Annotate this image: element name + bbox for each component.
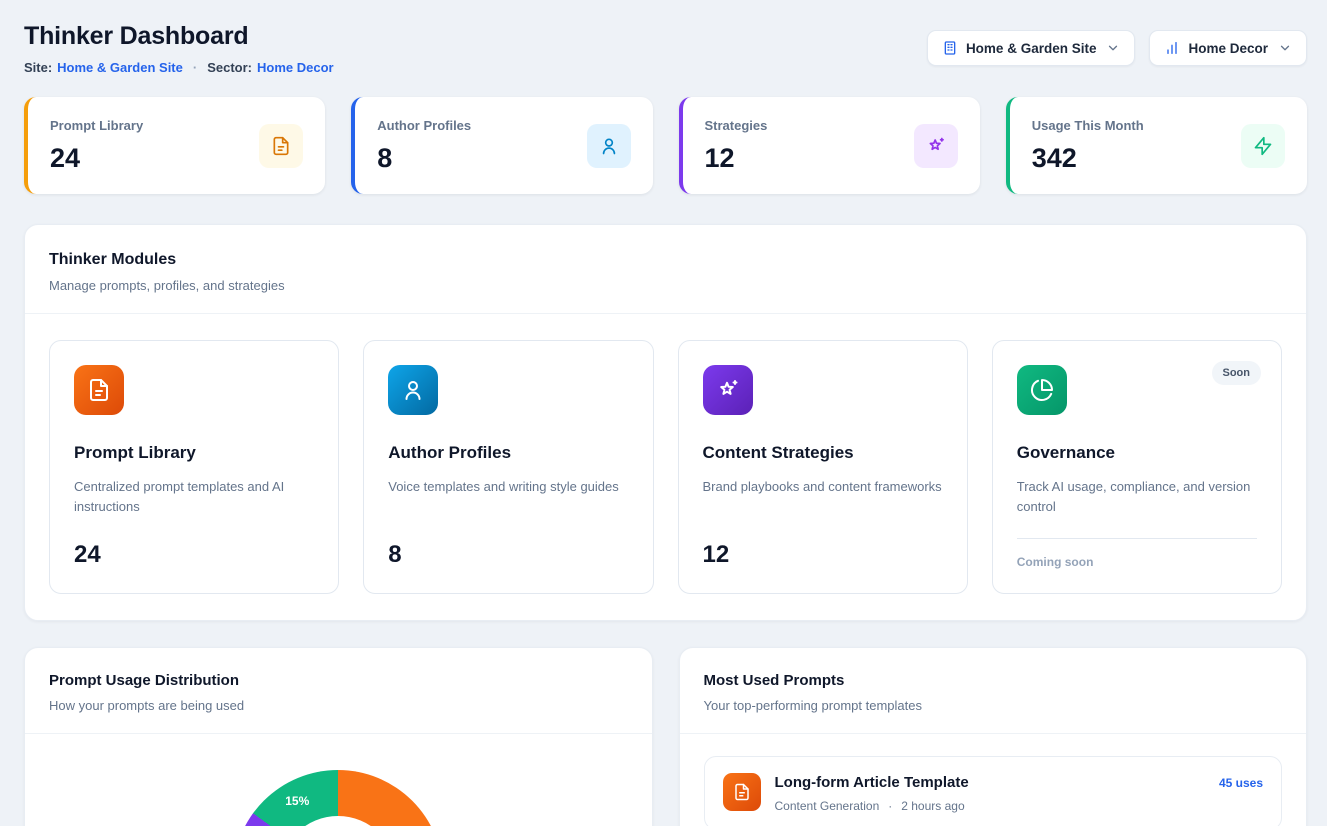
stat-label: Author Profiles bbox=[377, 118, 471, 133]
module-title: Governance bbox=[1017, 443, 1257, 463]
module-title: Content Strategies bbox=[703, 443, 943, 463]
coming-soon-note: Coming soon bbox=[1017, 538, 1257, 569]
building-icon bbox=[942, 40, 958, 56]
section-subtitle: Manage prompts, profiles, and strategies bbox=[49, 278, 1282, 293]
header: Thinker Dashboard Site: Home & Garden Si… bbox=[24, 22, 1307, 75]
file-text-icon bbox=[723, 773, 761, 811]
prompt-list: Long-form Article Template Content Gener… bbox=[680, 734, 1307, 826]
module-count: 24 bbox=[74, 541, 314, 569]
donut-slice-label: 15% bbox=[285, 794, 309, 808]
sector-selector-label: Home Decor bbox=[1188, 41, 1268, 56]
module-card-governance[interactable]: Soon Governance Track AI usage, complian… bbox=[992, 340, 1282, 594]
panel-header: Prompt Usage Distribution How your promp… bbox=[25, 648, 652, 734]
soon-badge: Soon bbox=[1212, 361, 1262, 385]
file-text-icon bbox=[74, 365, 124, 415]
separator-dot: · bbox=[193, 60, 197, 75]
usage-donut[interactable]: 15% bbox=[233, 770, 443, 826]
stat-card-strategies: Strategies 12 bbox=[679, 97, 980, 194]
stat-value: 342 bbox=[1032, 143, 1144, 174]
module-card-author-profiles[interactable]: Author Profiles Voice templates and writ… bbox=[363, 340, 653, 594]
module-title: Author Profiles bbox=[388, 443, 628, 463]
module-description: Brand playbooks and content frameworks bbox=[703, 477, 943, 497]
stat-value: 24 bbox=[50, 143, 143, 174]
stat-card-author-profiles: Author Profiles 8 bbox=[351, 97, 652, 194]
sector-label: Sector: bbox=[207, 60, 252, 75]
modules-grid: Prompt Library Centralized prompt templa… bbox=[25, 314, 1306, 620]
prompt-list-item[interactable]: Long-form Article Template Content Gener… bbox=[704, 756, 1283, 826]
sector-link[interactable]: Home Decor bbox=[257, 60, 334, 75]
bottom-row: Prompt Usage Distribution How your promp… bbox=[24, 647, 1307, 826]
prompt-time: 2 hours ago bbox=[901, 799, 964, 813]
module-description: Voice templates and writing style guides bbox=[388, 477, 628, 497]
stat-text: Author Profiles 8 bbox=[377, 115, 471, 176]
separator-dot: · bbox=[888, 799, 892, 813]
panel-title: Most Used Prompts bbox=[704, 672, 1283, 689]
panel-title: Prompt Usage Distribution bbox=[49, 672, 628, 689]
user-icon bbox=[587, 124, 631, 168]
star-sparkle-icon bbox=[914, 124, 958, 168]
prompt-meta: Content Generation · 2 hours ago bbox=[775, 799, 1205, 813]
module-description: Centralized prompt templates and AI inst… bbox=[74, 477, 314, 517]
thinker-modules-section: Thinker Modules Manage prompts, profiles… bbox=[24, 224, 1307, 621]
stat-value: 8 bbox=[377, 143, 471, 174]
header-selectors: Home & Garden Site Home Decor bbox=[927, 30, 1307, 66]
prompt-category: Content Generation bbox=[775, 799, 880, 813]
stats-row: Prompt Library 24 Author Profiles 8 Stra… bbox=[24, 97, 1307, 194]
stat-text: Prompt Library 24 bbox=[50, 115, 143, 176]
panel-header: Most Used Prompts Your top-performing pr… bbox=[680, 648, 1307, 734]
star-sparkle-icon bbox=[703, 365, 753, 415]
section-title: Thinker Modules bbox=[49, 251, 1282, 269]
breadcrumb: Site: Home & Garden Site · Sector: Home … bbox=[24, 60, 334, 75]
sector-selector[interactable]: Home Decor bbox=[1149, 30, 1307, 66]
modules-header: Thinker Modules Manage prompts, profiles… bbox=[25, 225, 1306, 313]
site-selector-label: Home & Garden Site bbox=[966, 41, 1097, 56]
module-count: 12 bbox=[703, 541, 943, 569]
prompt-item-body: Long-form Article Template Content Gener… bbox=[775, 773, 1205, 813]
chevron-down-icon bbox=[1278, 41, 1292, 55]
zap-icon bbox=[1241, 124, 1285, 168]
module-description: Track AI usage, compliance, and version … bbox=[1017, 477, 1257, 517]
site-selector[interactable]: Home & Garden Site bbox=[927, 30, 1136, 66]
module-card-content-strategies[interactable]: Content Strategies Brand playbooks and c… bbox=[678, 340, 968, 594]
most-used-prompts-panel: Most Used Prompts Your top-performing pr… bbox=[679, 647, 1308, 826]
prompt-title: Long-form Article Template bbox=[775, 774, 1205, 791]
chevron-down-icon bbox=[1106, 41, 1120, 55]
stat-card-usage: Usage This Month 342 bbox=[1006, 97, 1307, 194]
chart-area: 15% bbox=[25, 734, 652, 826]
stat-value: 12 bbox=[705, 143, 768, 174]
stat-text: Usage This Month 342 bbox=[1032, 115, 1144, 176]
stat-card-prompt-library: Prompt Library 24 bbox=[24, 97, 325, 194]
panel-subtitle: Your top-performing prompt templates bbox=[704, 698, 1283, 713]
stat-label: Prompt Library bbox=[50, 118, 143, 133]
site-link[interactable]: Home & Garden Site bbox=[57, 60, 183, 75]
stat-text: Strategies 12 bbox=[705, 115, 768, 176]
module-count: 8 bbox=[388, 541, 628, 569]
user-icon bbox=[388, 365, 438, 415]
site-label: Site: bbox=[24, 60, 52, 75]
module-card-prompt-library[interactable]: Prompt Library Centralized prompt templa… bbox=[49, 340, 339, 594]
file-text-icon bbox=[259, 124, 303, 168]
prompt-uses-badge: 45 uses bbox=[1219, 773, 1263, 790]
page-title: Thinker Dashboard bbox=[24, 22, 334, 51]
panel-subtitle: How your prompts are being used bbox=[49, 698, 628, 713]
prompt-usage-panel: Prompt Usage Distribution How your promp… bbox=[24, 647, 653, 826]
stat-label: Strategies bbox=[705, 118, 768, 133]
title-block: Thinker Dashboard Site: Home & Garden Si… bbox=[24, 22, 334, 75]
dashboard-page: Thinker Dashboard Site: Home & Garden Si… bbox=[0, 0, 1327, 826]
pie-chart-icon bbox=[1017, 365, 1067, 415]
bar-chart-icon bbox=[1164, 40, 1180, 56]
stat-label: Usage This Month bbox=[1032, 118, 1144, 133]
module-title: Prompt Library bbox=[74, 443, 314, 463]
